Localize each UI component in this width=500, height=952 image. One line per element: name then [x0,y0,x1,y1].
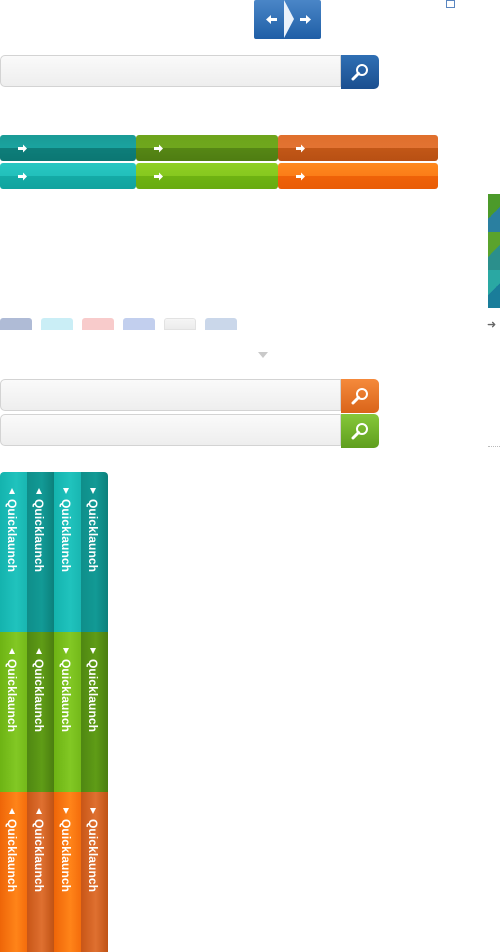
arrow-right-icon [154,172,163,180]
triangle-up-icon [36,488,42,494]
email-icon[interactable] [164,318,196,330]
pager-arrows [254,0,321,39]
quicklaunch-label: Quicklaunch [5,499,19,573]
quicklaunch-tab-teal-dark[interactable]: Quicklaunch [81,472,108,632]
triangle-down-icon [90,488,96,494]
search-bar-green [0,414,379,448]
quicklaunch-label: Quicklaunch [5,819,19,893]
quicklaunch-label: Quicklaunch [86,499,100,573]
search-button[interactable] [341,379,379,413]
quicklaunch-tab-teal[interactable]: Quicklaunch [54,472,81,632]
twitter-icon[interactable] [41,318,73,330]
arrow-right-icon [154,144,163,152]
arrow-right-icon [296,144,305,152]
triangle-down-icon [63,808,69,814]
quicklaunch-tab-orange[interactable]: Quicklaunch [0,792,27,952]
search-bar-blue [0,55,379,89]
quicklaunch-label: Quicklaunch [32,659,46,733]
quicklaunch-tab-orange[interactable]: Quicklaunch [54,792,81,952]
search-input[interactable] [1,380,340,410]
edge-tile-blue [488,270,500,308]
divider [488,446,500,448]
arrow-left-icon [265,15,277,24]
previous-button[interactable] [256,0,286,39]
search-icon [351,64,368,81]
quicklaunch-tab-orange-dark[interactable]: Quicklaunch [27,792,54,952]
triangle-down-icon [90,808,96,814]
triangle-down-icon [63,488,69,494]
quicklaunch-tab-green[interactable]: Quicklaunch [0,632,27,792]
quicklaunch-label: Quicklaunch [59,819,73,893]
quicklaunch-label: Quicklaunch [86,659,100,733]
search-button[interactable] [341,414,379,448]
search-button[interactable] [341,55,379,89]
edge-tile-teal [488,232,500,270]
arrow-right-icon: ➜ [487,319,497,331]
search-bar-orange [0,379,379,413]
triangle-up-icon [36,648,42,654]
quicklaunch-tab-green[interactable]: Quicklaunch [54,632,81,792]
triangle-up-icon [9,648,15,654]
facebook-icon[interactable] [0,318,32,330]
link-bar-orange-dark[interactable] [278,135,438,161]
quicklaunch-label: Quicklaunch [32,819,46,893]
myspace-icon[interactable] [123,318,155,330]
edge-tile-green [488,194,500,232]
quicklaunch-label: Quicklaunch [59,659,73,733]
link-bar-teal[interactable] [0,163,136,189]
link-bar-green-dark[interactable] [136,135,278,161]
triangle-up-icon [9,808,15,814]
arrow-right-icon [296,172,305,180]
quicklaunch-tab-teal-dark[interactable]: Quicklaunch [27,472,54,632]
quicklaunch-tab-orange-dark[interactable]: Quicklaunch [81,792,108,952]
link-bar-green[interactable] [136,163,278,189]
chevron-down-icon[interactable] [258,352,268,358]
triangle-up-icon [36,808,42,814]
link-bar-teal-dark[interactable] [0,135,136,161]
quicklaunch-label: Quicklaunch [32,499,46,573]
checkbox[interactable] [446,0,455,8]
arrow-right-icon [18,144,27,152]
triangle-down-icon [90,648,96,654]
youtube-icon[interactable] [82,318,114,330]
search-icon [351,423,368,440]
quicklaunch-tab-green-dark[interactable]: Quicklaunch [81,632,108,792]
more-icon[interactable] [205,318,237,330]
quicklaunch-label: Quicklaunch [59,499,73,573]
link-bar-orange[interactable] [278,163,438,189]
arrow-right-icon [18,172,27,180]
quicklaunch-label: Quicklaunch [86,819,100,893]
quicklaunch-label: Quicklaunch [5,659,19,733]
arrow-right-icon [299,15,311,24]
search-field [0,55,341,87]
triangle-down-icon [63,648,69,654]
search-icon [351,388,368,405]
search-field [0,414,341,446]
triangle-up-icon [9,488,15,494]
search-input[interactable] [1,56,340,86]
search-input[interactable] [1,415,340,445]
quicklaunch-tab-green-dark[interactable]: Quicklaunch [27,632,54,792]
quicklaunch-tab-teal[interactable]: Quicklaunch [0,472,27,632]
search-field [0,379,341,411]
next-button[interactable] [290,0,320,39]
